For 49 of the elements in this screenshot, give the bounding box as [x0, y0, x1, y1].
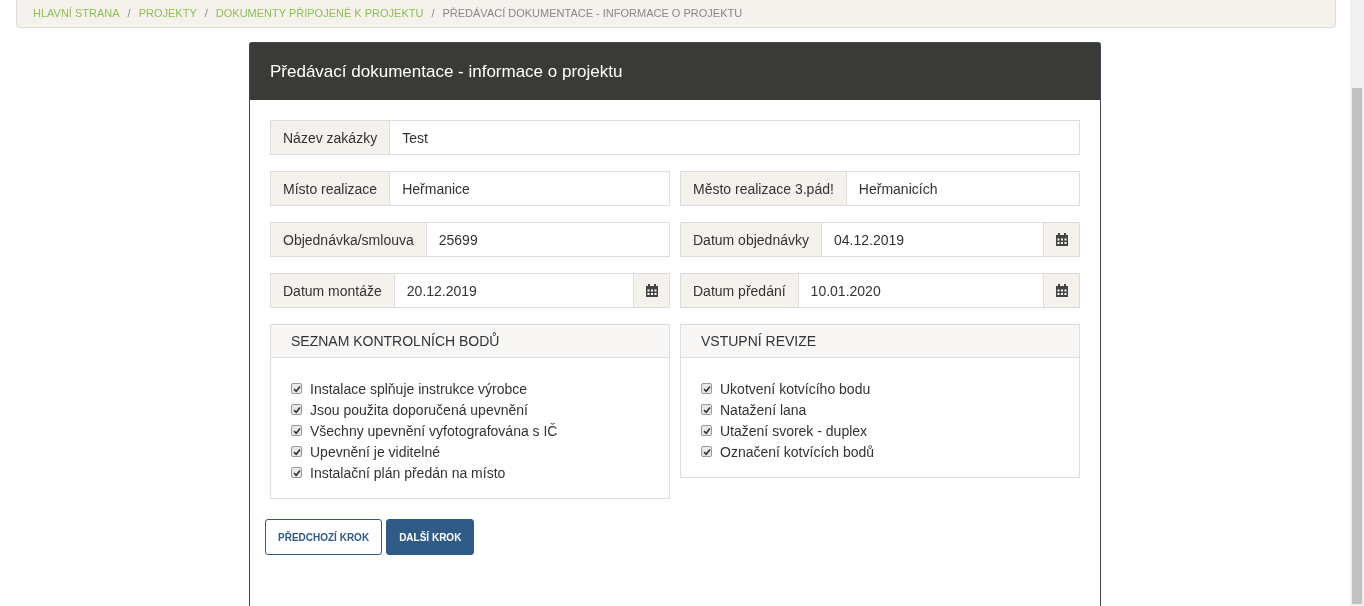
panel-title: SEZNAM KONTROLNÍCH BODŮ: [291, 333, 500, 349]
checkbox[interactable]: [291, 446, 302, 457]
checkbox-label: Utažení svorek - duplex: [720, 422, 868, 439]
calendar-icon: [1055, 284, 1068, 297]
calendar-button[interactable]: [1044, 273, 1080, 308]
date-field[interactable]: 10.01.2020: [797, 273, 1044, 308]
checkbox[interactable]: [291, 383, 302, 394]
calendar-button[interactable]: [1044, 222, 1080, 257]
scrollbar-thumb[interactable]: [1352, 88, 1362, 604]
calendar-button[interactable]: [634, 273, 670, 308]
checkbox[interactable]: [291, 404, 302, 415]
field-label: Datum montáže: [270, 273, 394, 308]
checkbox-label: Upevnění je viditelné: [310, 443, 440, 460]
breadcrumb-separator: /: [127, 7, 131, 19]
input-field[interactable]: Heřmanice: [389, 171, 670, 206]
checkbox[interactable]: [291, 467, 302, 478]
field-label: Datum předání: [680, 273, 798, 308]
checkbox[interactable]: [701, 383, 712, 394]
breadcrumb-separator: /: [204, 7, 208, 19]
panel-title: VSTUPNÍ REVIZE: [701, 333, 817, 349]
breadcrumb-current: PŘEDÁVACÍ DOKUMENTACE - INFORMACE O PROJEKTU: [442, 7, 743, 19]
calendar-icon: [645, 284, 658, 297]
field-label: Datum objednávky: [680, 222, 821, 257]
date-field[interactable]: 04.12.2019: [820, 222, 1044, 257]
checkbox-label: Jsou použita doporučená upevnění: [310, 401, 528, 418]
checkbox-label: Natažení lana: [720, 401, 807, 418]
field-label: Město realizace 3.pád!: [680, 171, 846, 206]
card-title: Předávací dokumentace - informace o projektu: [270, 61, 623, 82]
checkbox-label: Instalace splňuje instrukce výrobce: [310, 380, 528, 397]
checkbox[interactable]: [701, 446, 712, 457]
date-field[interactable]: 20.12.2019: [393, 273, 634, 308]
checkbox[interactable]: [701, 425, 712, 436]
checkbox-label: Instalační plán předán na místo: [310, 464, 506, 481]
field-label: Objednávka/smlouva: [270, 222, 426, 257]
field-label: Místo realizace: [270, 171, 390, 206]
checkbox-label: Označení kotvících bodů: [720, 443, 875, 460]
input-field[interactable]: Test: [389, 120, 1080, 155]
input-field[interactable]: 25699: [425, 222, 670, 257]
checkbox[interactable]: [701, 404, 712, 415]
checkbox[interactable]: [291, 425, 302, 436]
field-label: Název zakázky: [270, 120, 390, 155]
next-step-button[interactable]: DALŠÍ KROK: [386, 519, 475, 555]
scrollbar[interactable]: [1350, 0, 1364, 606]
previous-step-button[interactable]: PŘEDCHOZÍ KROK: [265, 519, 383, 555]
checkbox-label: Všechny upevnění vyfotografována s IČ: [310, 422, 558, 439]
breadcrumb-separator: /: [431, 7, 435, 19]
checkbox-label: Ukotvení kotvícího bodu: [720, 380, 871, 397]
calendar-icon: [1055, 233, 1068, 246]
input-field[interactable]: Heřmanicích: [845, 171, 1080, 206]
